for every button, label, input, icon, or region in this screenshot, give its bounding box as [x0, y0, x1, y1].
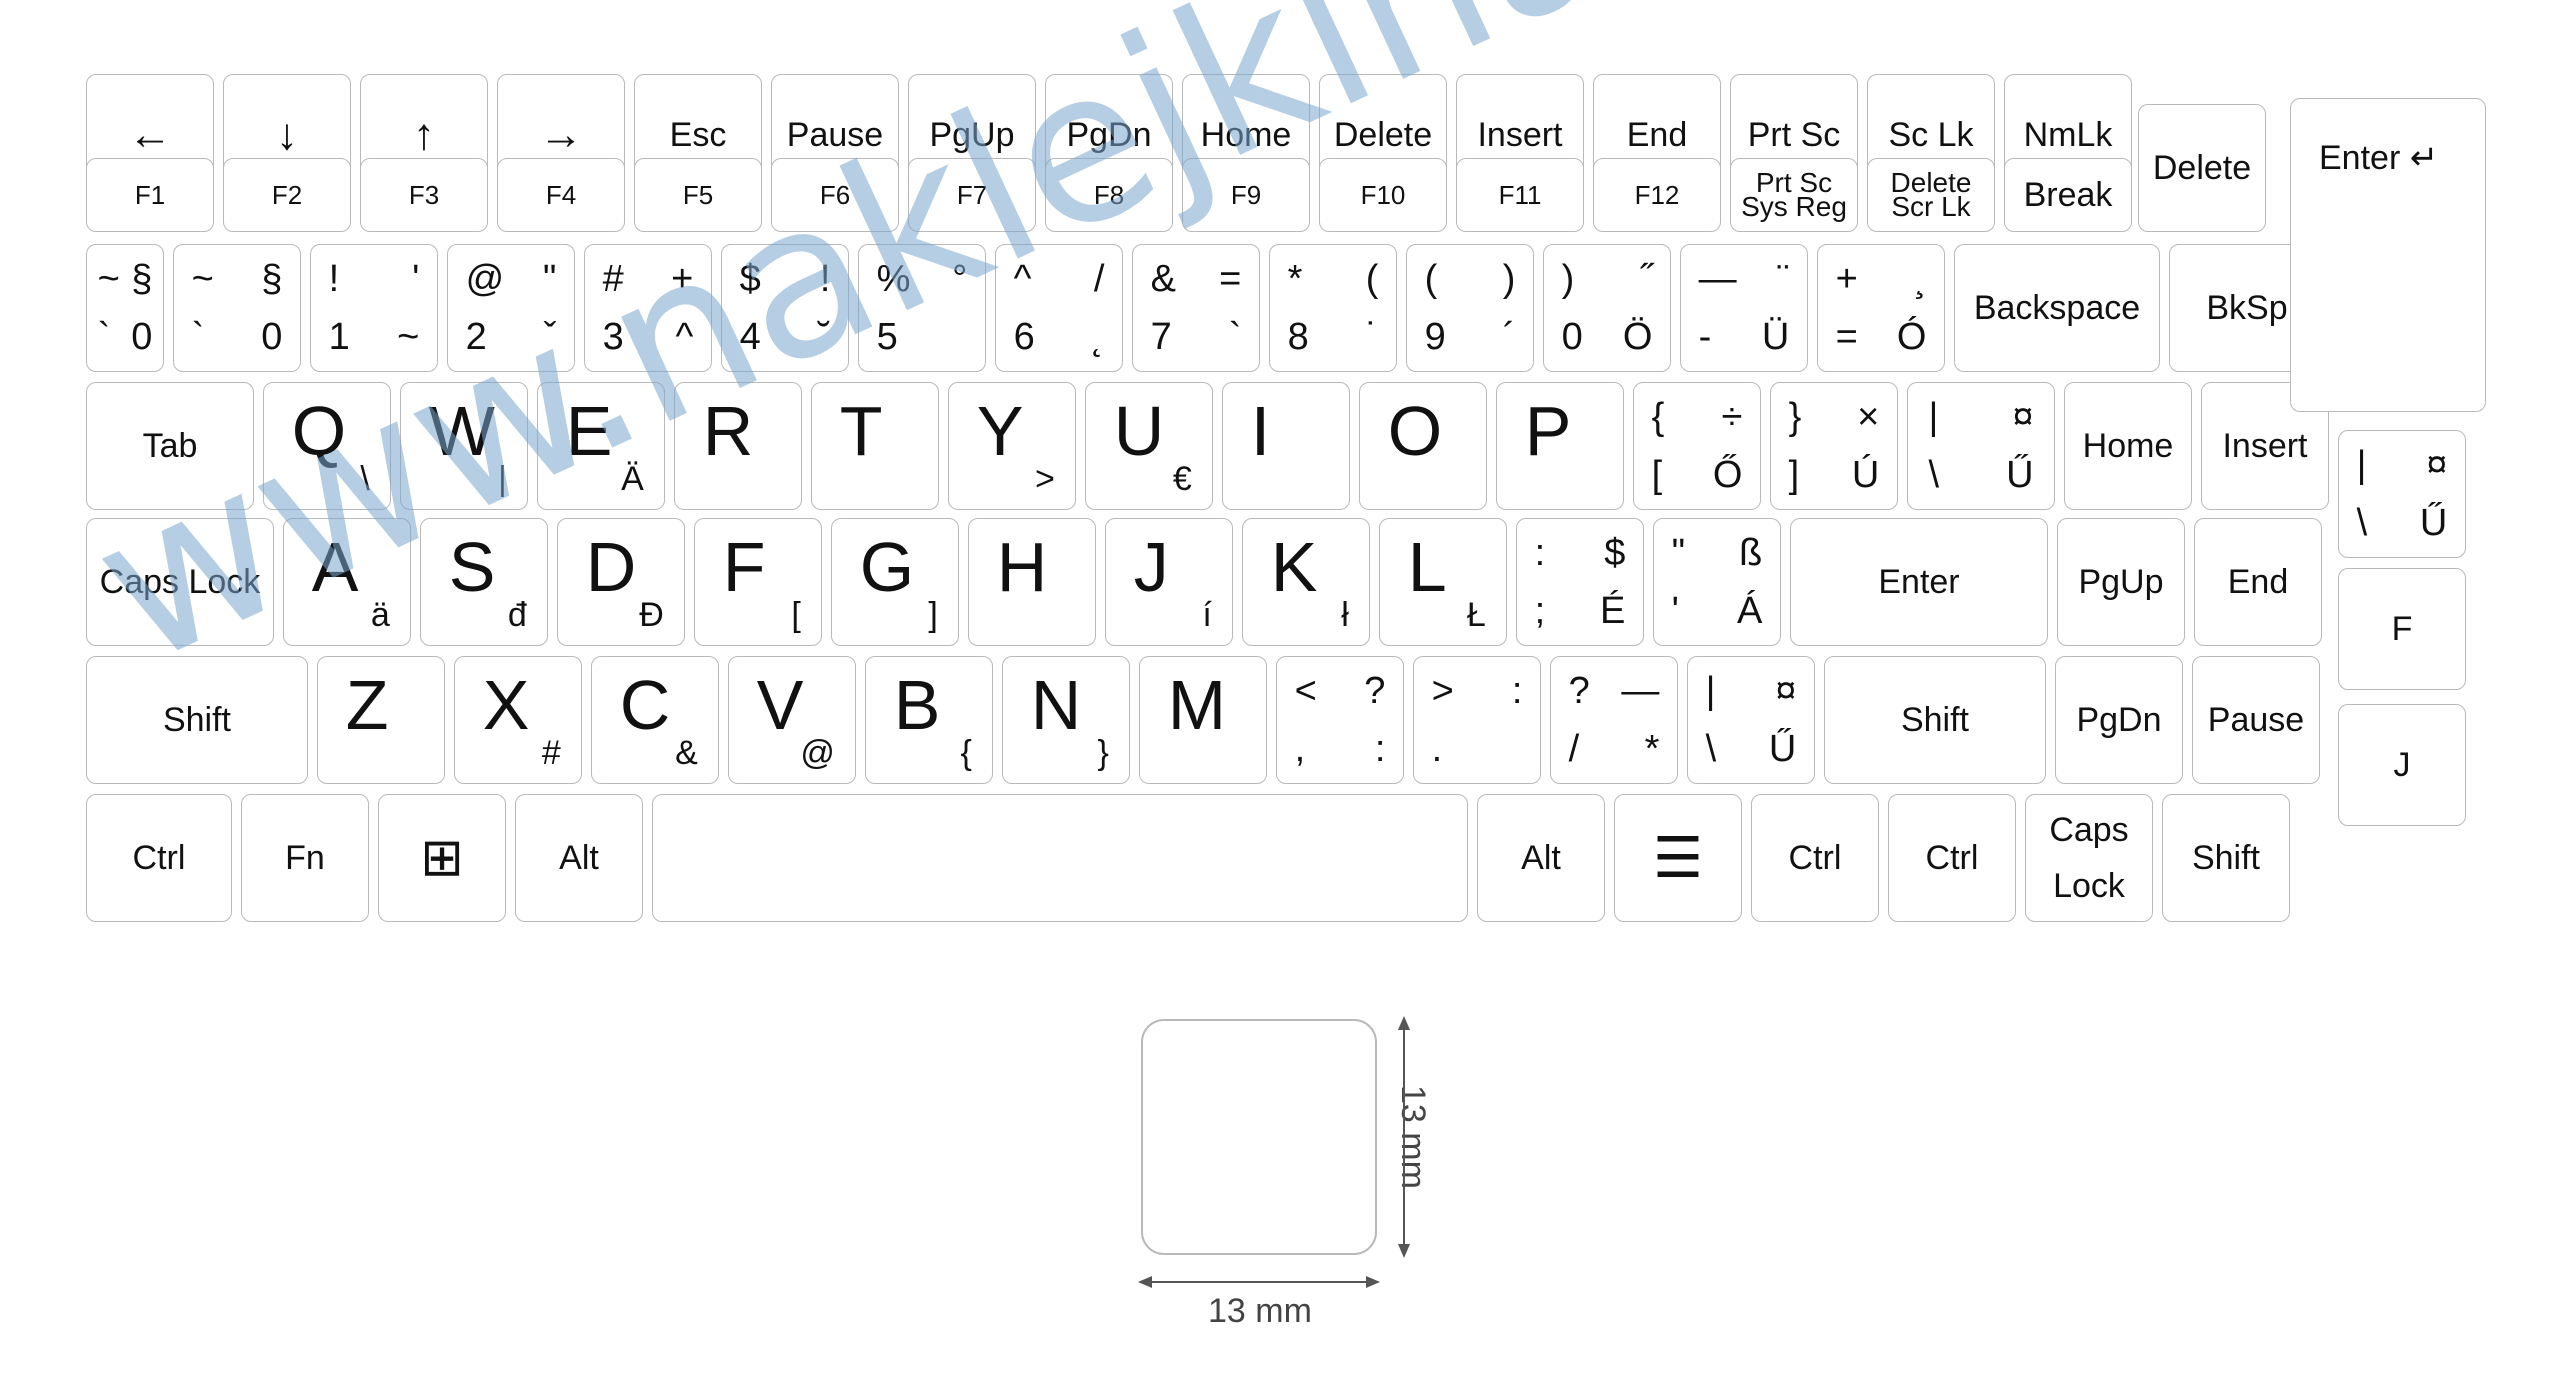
sample-key-outline: [1141, 1019, 1377, 1255]
width-arrow-right: [1366, 1276, 1380, 1288]
height-arrow-bottom: [1398, 1244, 1410, 1258]
width-arrow-left: [1138, 1276, 1152, 1288]
height-arrow-top: [1398, 1016, 1410, 1030]
dimension-diagram: [1138, 1016, 1410, 1288]
